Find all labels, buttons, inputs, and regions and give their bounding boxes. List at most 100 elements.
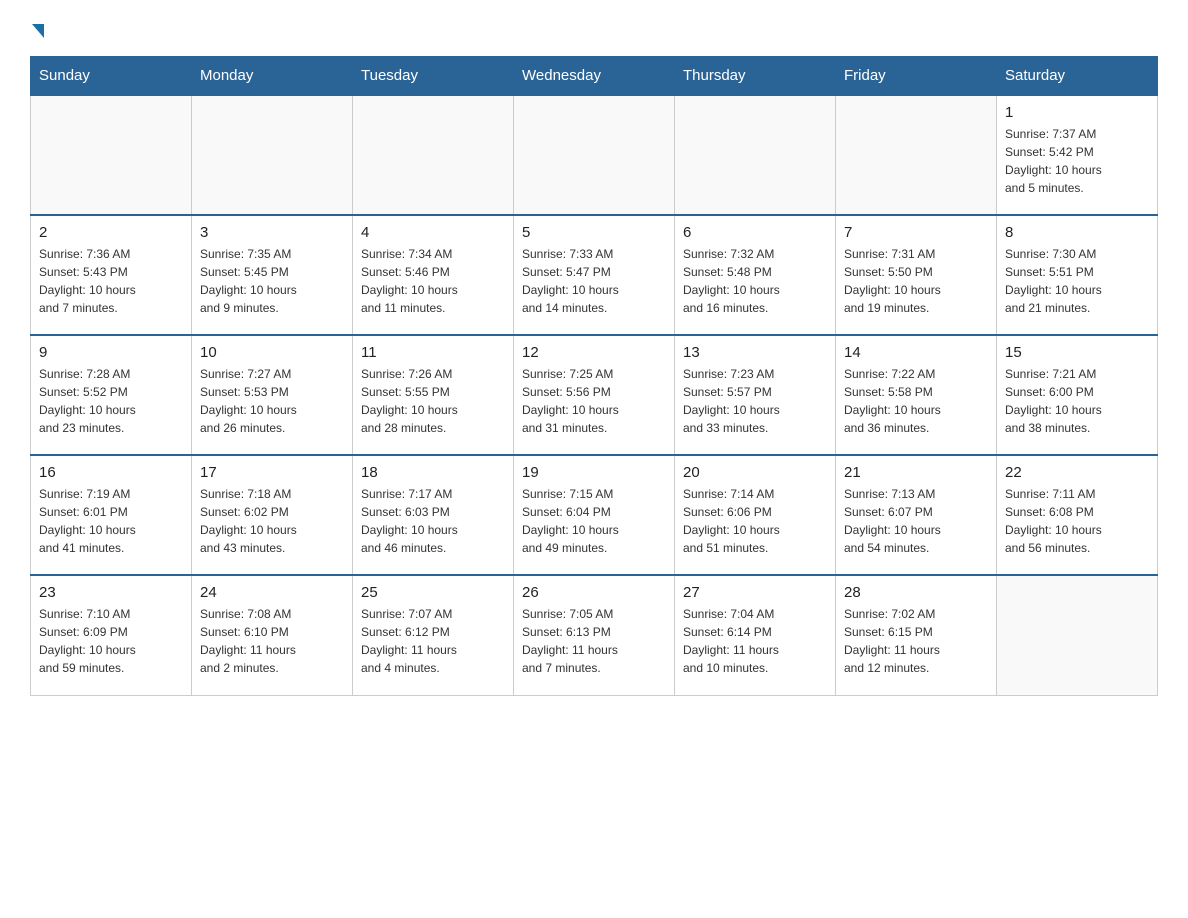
- calendar-day-cell: [675, 95, 836, 215]
- calendar-week-row: 2 Sunrise: 7:36 AM Sunset: 5:43 PM Daylig…: [31, 215, 1158, 335]
- day-of-week-header: Thursday: [675, 57, 836, 96]
- day-number: 18: [361, 464, 505, 481]
- day-info: Sunrise: 7:25 AM Sunset: 5:56 PM Dayligh…: [522, 365, 666, 437]
- day-number: 7: [844, 224, 988, 241]
- calendar-day-cell: 22 Sunrise: 7:11 AM Sunset: 6:08 PM Dayli…: [997, 455, 1158, 575]
- calendar-day-cell: 15Sunrise: 7:21 AM Sunset: 6:00 PM Dayli…: [997, 335, 1158, 455]
- day-number: 24: [200, 584, 344, 601]
- calendar-day-cell: 20 Sunrise: 7:14 AM Sunset: 6:06 PM Dayli…: [675, 455, 836, 575]
- calendar-day-cell: 21 Sunrise: 7:13 AM Sunset: 6:07 PM Dayli…: [836, 455, 997, 575]
- calendar-day-cell: 11 Sunrise: 7:26 AM Sunset: 5:55 PM Dayli…: [353, 335, 514, 455]
- day-info: Sunrise: 7:36 AM Sunset: 5:43 PM Dayligh…: [39, 245, 183, 317]
- day-info: Sunrise: 7:17 AM Sunset: 6:03 PM Dayligh…: [361, 485, 505, 557]
- day-info: Sunrise: 7:35 AM Sunset: 5:45 PM Dayligh…: [200, 245, 344, 317]
- calendar-day-cell: 17Sunrise: 7:18 AM Sunset: 6:02 PM Dayli…: [192, 455, 353, 575]
- day-number: 8: [1005, 224, 1149, 241]
- calendar-day-cell: 12 Sunrise: 7:25 AM Sunset: 5:56 PM Dayli…: [514, 335, 675, 455]
- day-info: Sunrise: 7:08 AM Sunset: 6:10 PM Dayligh…: [200, 605, 344, 677]
- calendar-day-cell: 28Sunrise: 7:02 AM Sunset: 6:15 PM Dayli…: [836, 575, 997, 695]
- day-info: Sunrise: 7:22 AM Sunset: 5:58 PM Dayligh…: [844, 365, 988, 437]
- calendar-week-row: 9 Sunrise: 7:28 AM Sunset: 5:52 PM Daylig…: [31, 335, 1158, 455]
- calendar-day-cell: [514, 95, 675, 215]
- day-number: 12: [522, 344, 666, 361]
- day-info: Sunrise: 7:19 AM Sunset: 6:01 PM Dayligh…: [39, 485, 183, 557]
- calendar-day-cell: 10 Sunrise: 7:27 AM Sunset: 5:53 PM Dayli…: [192, 335, 353, 455]
- calendar-day-cell: 2 Sunrise: 7:36 AM Sunset: 5:43 PM Daylig…: [31, 215, 192, 335]
- calendar-body: 1 Sunrise: 7:37 AM Sunset: 5:42 PM Daylig…: [31, 95, 1158, 695]
- day-number: 1: [1005, 104, 1149, 121]
- calendar-day-cell: 13 Sunrise: 7:23 AM Sunset: 5:57 PM Dayli…: [675, 335, 836, 455]
- calendar-day-cell: 9 Sunrise: 7:28 AM Sunset: 5:52 PM Daylig…: [31, 335, 192, 455]
- day-info: Sunrise: 7:26 AM Sunset: 5:55 PM Dayligh…: [361, 365, 505, 437]
- calendar-header: SundayMondayTuesdayWednesdayThursdayFrid…: [31, 57, 1158, 96]
- day-info: Sunrise: 7:10 AM Sunset: 6:09 PM Dayligh…: [39, 605, 183, 677]
- day-of-week-header: Friday: [836, 57, 997, 96]
- calendar-day-cell: 19Sunrise: 7:15 AM Sunset: 6:04 PM Dayli…: [514, 455, 675, 575]
- day-info: Sunrise: 7:34 AM Sunset: 5:46 PM Dayligh…: [361, 245, 505, 317]
- day-info: Sunrise: 7:11 AM Sunset: 6:08 PM Dayligh…: [1005, 485, 1149, 557]
- calendar-day-cell: 14 Sunrise: 7:22 AM Sunset: 5:58 PM Dayli…: [836, 335, 997, 455]
- day-number: 14: [844, 344, 988, 361]
- day-number: 4: [361, 224, 505, 241]
- calendar-day-cell: [836, 95, 997, 215]
- day-info: Sunrise: 7:14 AM Sunset: 6:06 PM Dayligh…: [683, 485, 827, 557]
- day-number: 9: [39, 344, 183, 361]
- calendar-day-cell: [353, 95, 514, 215]
- calendar-day-cell: 27 Sunrise: 7:04 AM Sunset: 6:14 PM Dayli…: [675, 575, 836, 695]
- day-number: 6: [683, 224, 827, 241]
- calendar-day-cell: 3 Sunrise: 7:35 AM Sunset: 5:45 PM Daylig…: [192, 215, 353, 335]
- calendar-week-row: 16Sunrise: 7:19 AM Sunset: 6:01 PM Dayli…: [31, 455, 1158, 575]
- day-of-week-header: Sunday: [31, 57, 192, 96]
- calendar-day-cell: [997, 575, 1158, 695]
- calendar-day-cell: 16Sunrise: 7:19 AM Sunset: 6:01 PM Dayli…: [31, 455, 192, 575]
- page-header: [30, 20, 1158, 36]
- day-info: Sunrise: 7:28 AM Sunset: 5:52 PM Dayligh…: [39, 365, 183, 437]
- calendar-day-cell: 7 Sunrise: 7:31 AM Sunset: 5:50 PM Daylig…: [836, 215, 997, 335]
- day-of-week-header: Monday: [192, 57, 353, 96]
- day-number: 26: [522, 584, 666, 601]
- day-info: Sunrise: 7:21 AM Sunset: 6:00 PM Dayligh…: [1005, 365, 1149, 437]
- day-of-week-header: Wednesday: [514, 57, 675, 96]
- day-number: 23: [39, 584, 183, 601]
- calendar-day-cell: [31, 95, 192, 215]
- day-info: Sunrise: 7:13 AM Sunset: 6:07 PM Dayligh…: [844, 485, 988, 557]
- day-info: Sunrise: 7:33 AM Sunset: 5:47 PM Dayligh…: [522, 245, 666, 317]
- day-info: Sunrise: 7:07 AM Sunset: 6:12 PM Dayligh…: [361, 605, 505, 677]
- calendar-day-cell: 6 Sunrise: 7:32 AM Sunset: 5:48 PM Daylig…: [675, 215, 836, 335]
- day-number: 28: [844, 584, 988, 601]
- logo-arrow-icon: [32, 24, 44, 38]
- calendar-table: SundayMondayTuesdayWednesdayThursdayFrid…: [30, 56, 1158, 696]
- day-info: Sunrise: 7:27 AM Sunset: 5:53 PM Dayligh…: [200, 365, 344, 437]
- calendar-week-row: 23 Sunrise: 7:10 AM Sunset: 6:09 PM Dayli…: [31, 575, 1158, 695]
- day-number: 3: [200, 224, 344, 241]
- day-number: 22: [1005, 464, 1149, 481]
- day-number: 20: [683, 464, 827, 481]
- calendar-day-cell: 4 Sunrise: 7:34 AM Sunset: 5:46 PM Daylig…: [353, 215, 514, 335]
- day-number: 21: [844, 464, 988, 481]
- calendar-day-cell: 23 Sunrise: 7:10 AM Sunset: 6:09 PM Dayli…: [31, 575, 192, 695]
- day-info: Sunrise: 7:04 AM Sunset: 6:14 PM Dayligh…: [683, 605, 827, 677]
- day-info: Sunrise: 7:15 AM Sunset: 6:04 PM Dayligh…: [522, 485, 666, 557]
- days-of-week-row: SundayMondayTuesdayWednesdayThursdayFrid…: [31, 57, 1158, 96]
- day-info: Sunrise: 7:23 AM Sunset: 5:57 PM Dayligh…: [683, 365, 827, 437]
- day-number: 27: [683, 584, 827, 601]
- day-info: Sunrise: 7:32 AM Sunset: 5:48 PM Dayligh…: [683, 245, 827, 317]
- day-number: 2: [39, 224, 183, 241]
- day-info: Sunrise: 7:31 AM Sunset: 5:50 PM Dayligh…: [844, 245, 988, 317]
- calendar-day-cell: [192, 95, 353, 215]
- calendar-day-cell: 24 Sunrise: 7:08 AM Sunset: 6:10 PM Dayli…: [192, 575, 353, 695]
- day-number: 10: [200, 344, 344, 361]
- day-of-week-header: Tuesday: [353, 57, 514, 96]
- logo: [30, 20, 44, 36]
- calendar-day-cell: 1 Sunrise: 7:37 AM Sunset: 5:42 PM Daylig…: [997, 95, 1158, 215]
- day-info: Sunrise: 7:37 AM Sunset: 5:42 PM Dayligh…: [1005, 125, 1149, 197]
- day-number: 5: [522, 224, 666, 241]
- day-info: Sunrise: 7:18 AM Sunset: 6:02 PM Dayligh…: [200, 485, 344, 557]
- calendar-day-cell: 18 Sunrise: 7:17 AM Sunset: 6:03 PM Dayli…: [353, 455, 514, 575]
- calendar-day-cell: 26Sunrise: 7:05 AM Sunset: 6:13 PM Dayli…: [514, 575, 675, 695]
- calendar-day-cell: 25Sunrise: 7:07 AM Sunset: 6:12 PM Dayli…: [353, 575, 514, 695]
- calendar-week-row: 1 Sunrise: 7:37 AM Sunset: 5:42 PM Daylig…: [31, 95, 1158, 215]
- day-of-week-header: Saturday: [997, 57, 1158, 96]
- day-number: 13: [683, 344, 827, 361]
- day-number: 11: [361, 344, 505, 361]
